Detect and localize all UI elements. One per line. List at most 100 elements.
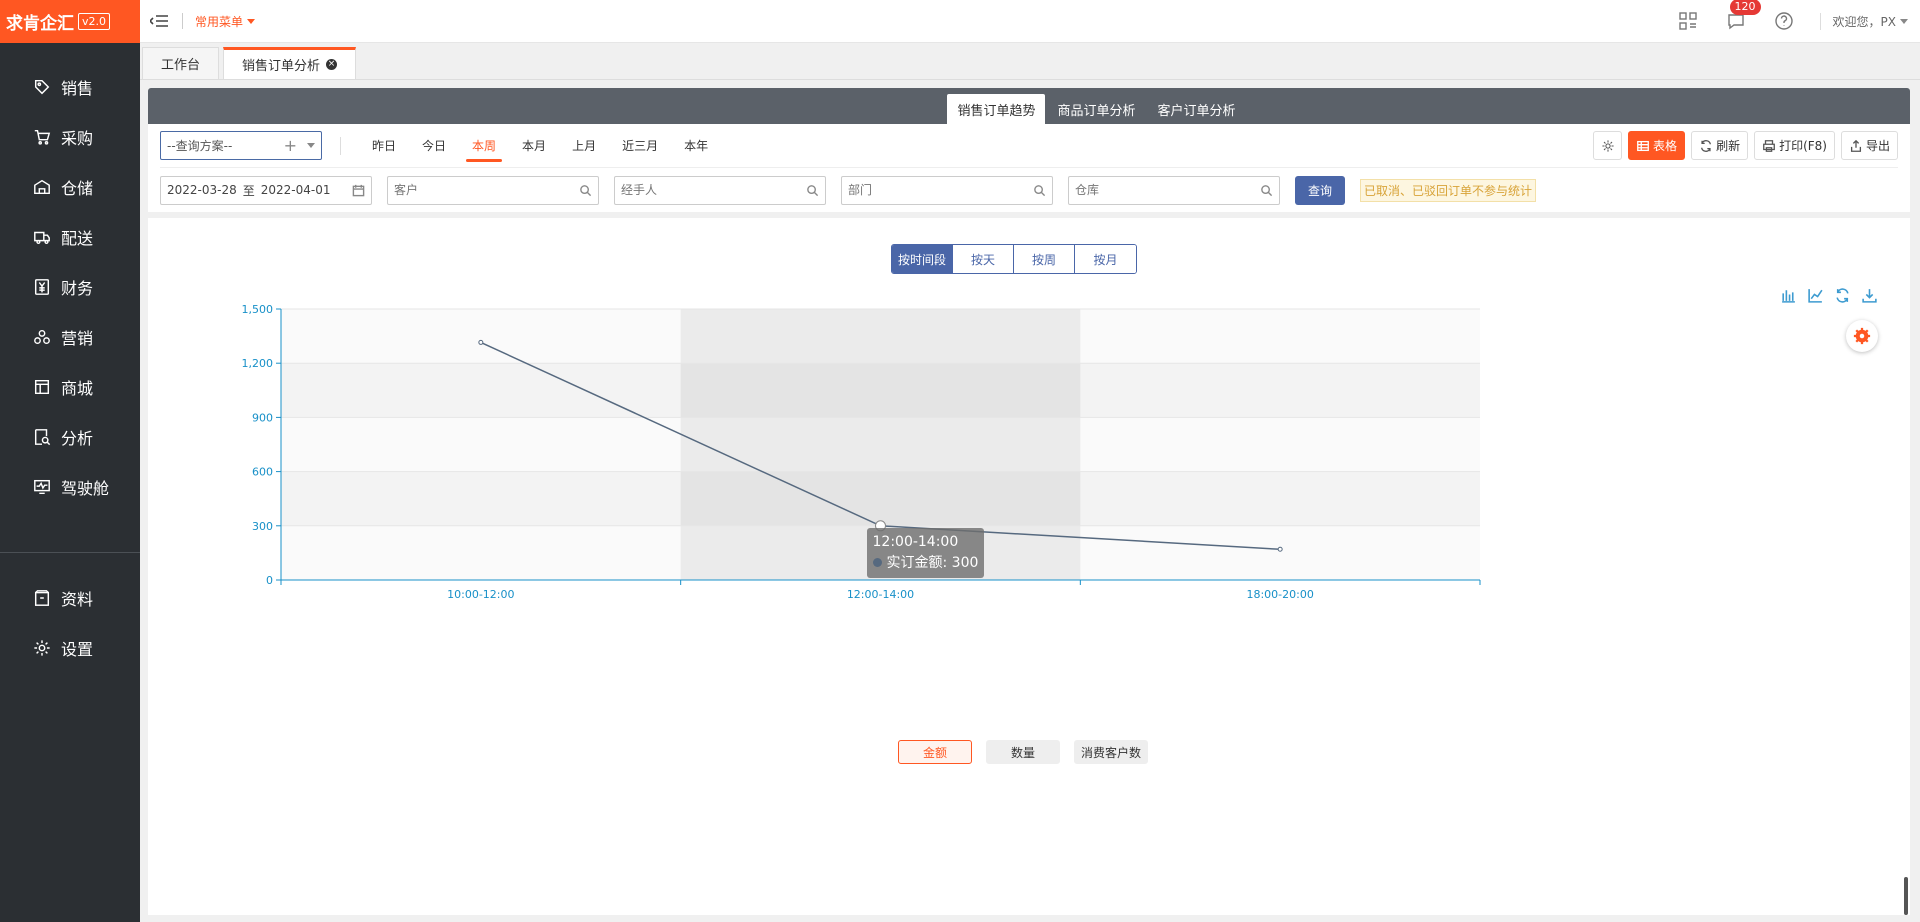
sidebar-item-purchase[interactable]: 采购 <box>0 112 140 162</box>
welcome-text: 欢迎您，PX <box>1832 14 1896 29</box>
metric-quantity[interactable]: 数量 <box>986 740 1060 764</box>
export-label: 导出 <box>1865 139 1890 153</box>
sidebar-item-label: 商城 <box>61 379 94 398</box>
gear-icon <box>1601 139 1614 152</box>
metric-amount[interactable]: 金额 <box>898 740 972 764</box>
granularity-by-month[interactable]: 按月 <box>1075 245 1136 273</box>
messages-button[interactable]: 120 <box>1724 0 1761 33</box>
metric-customer-count[interactable]: 消费客户数 <box>1074 740 1149 764</box>
sidebar-item-cockpit[interactable]: 驾驶舱 <box>0 462 140 512</box>
x-tick-label: 12:00-14:00 <box>847 588 914 601</box>
metric-switch: 金额 数量 消费客户数 <box>898 740 1149 764</box>
sidebar-item-warehouse[interactable]: 仓储 <box>0 162 140 212</box>
sidebar-item-marketing[interactable]: 营销 <box>0 312 140 362</box>
calendar-icon <box>352 184 365 196</box>
table-view-label: 表格 <box>1653 139 1678 153</box>
sidebar-item-label: 驾驶舱 <box>61 479 110 498</box>
common-menu-dropdown[interactable]: 常用菜单 <box>195 13 256 30</box>
data-point <box>1277 546 1283 552</box>
help-button[interactable] <box>1772 9 1796 33</box>
department-input[interactable] <box>848 183 1033 197</box>
print-button[interactable]: 打印(F8) <box>1754 131 1835 160</box>
sidebar-item-label: 采购 <box>61 129 94 148</box>
date-range-separator: 至 <box>242 183 255 198</box>
date-option-today[interactable]: 今日 <box>420 133 448 158</box>
sidebar-item-label: 配送 <box>61 229 94 248</box>
refresh-button[interactable]: 刷新 <box>1691 131 1749 160</box>
sidebar-item-analysis[interactable]: 分析 <box>0 412 140 462</box>
plus-icon[interactable]: + <box>284 136 297 155</box>
column-settings-button[interactable] <box>1593 131 1623 160</box>
table-view-button[interactable]: 表格 <box>1628 131 1686 160</box>
tab-sales-order-analysis[interactable]: 销售订单分析 × <box>223 47 357 79</box>
caret-down-icon[interactable] <box>307 143 315 148</box>
search-icon <box>807 184 819 196</box>
app-logo[interactable]: 求肯企汇 v2.0 <box>0 0 140 43</box>
handler-input[interactable] <box>621 183 806 197</box>
sidebar-item-sales[interactable]: 销售 <box>0 62 140 112</box>
x-tick-label: 18:00-20:00 <box>1246 588 1313 601</box>
date-option-last-month[interactable]: 上月 <box>570 133 598 158</box>
apps-button[interactable] <box>1676 9 1700 33</box>
print-label: 打印(F8) <box>1779 139 1827 153</box>
sidebar: 求肯企汇 v2.0 销售 采购 仓储 配送 财务 营销 商城 分析 驾驶舱 资料… <box>0 0 140 922</box>
tab-label: 工作台 <box>161 58 201 73</box>
date-option-this-year[interactable]: 本年 <box>682 133 710 158</box>
menu-toggle-button[interactable] <box>148 10 170 32</box>
gear-icon <box>32 638 52 658</box>
search-icon <box>1034 184 1046 196</box>
yen-icon <box>32 277 52 297</box>
customer-field[interactable] <box>387 175 599 205</box>
date-option-this-month[interactable]: 本月 <box>520 133 548 158</box>
menu-collapse-icon <box>150 15 168 27</box>
close-icon[interactable]: × <box>326 59 338 70</box>
department-field[interactable] <box>841 175 1053 205</box>
sidebar-item-label: 销售 <box>61 79 94 98</box>
tag-icon <box>32 77 52 97</box>
bar-chart-icon[interactable] <box>1780 287 1797 304</box>
sidebar-item-settings[interactable]: 设置 <box>0 623 140 673</box>
granularity-by-period[interactable]: 按时间段 <box>892 245 953 273</box>
handler-field[interactable] <box>614 175 826 205</box>
top-bar: 常用菜单 120 欢迎您，PX <box>140 0 1920 43</box>
date-end: 2022-04-01 <box>260 183 331 197</box>
caret-down-icon <box>247 18 256 24</box>
scrollbar-thumb[interactable] <box>1904 877 1908 915</box>
subtab-product-analysis[interactable]: 商品订单分析 <box>1047 94 1145 124</box>
gear-icon <box>1853 327 1871 345</box>
sidebar-item-delivery[interactable]: 配送 <box>0 212 140 262</box>
user-menu[interactable]: 欢迎您，PX <box>1819 12 1908 30</box>
cart-icon <box>32 127 52 147</box>
subtab-sales-trend[interactable]: 销售订单趋势 <box>947 94 1046 124</box>
query-button[interactable]: 查询 <box>1295 175 1345 205</box>
granularity-by-day[interactable]: 按天 <box>953 245 1014 273</box>
date-option-yesterday[interactable]: 昨日 <box>370 133 398 158</box>
line-chart-icon[interactable] <box>1807 287 1824 304</box>
export-icon <box>1850 139 1862 152</box>
sidebar-item-archive[interactable]: 资料 <box>0 573 140 623</box>
restore-icon[interactable] <box>1834 287 1851 304</box>
warehouse-field[interactable] <box>1068 175 1280 205</box>
date-option-last-three-months[interactable]: 近三月 <box>620 133 660 158</box>
filter-panel: --查询方案-- + 昨日 今日 本周 本月 上月 近三月 本年 表格 刷新 打… <box>148 124 1910 212</box>
tab-workbench[interactable]: 工作台 <box>142 47 220 79</box>
chart-settings-button[interactable] <box>1846 320 1878 352</box>
download-icon[interactable] <box>1861 287 1878 304</box>
version-badge: v2.0 <box>78 13 111 30</box>
export-button[interactable]: 导出 <box>1840 131 1898 160</box>
date-range-picker[interactable]: 2022-03-28 至 2022-04-01 <box>160 175 372 205</box>
logo-text: 求肯企汇 <box>6 14 74 34</box>
date-option-this-week[interactable]: 本周 <box>466 133 503 162</box>
customer-input[interactable] <box>394 183 579 197</box>
stats-notice: 已取消、已驳回订单不参与统计 <box>1360 178 1537 202</box>
y-tick-label: 300 <box>252 520 273 533</box>
warehouse-input[interactable] <box>1075 183 1260 197</box>
sidebar-item-label: 设置 <box>61 640 94 659</box>
subtab-customer-analysis[interactable]: 客户订单分析 <box>1148 94 1246 124</box>
y-tick-label: 1,500 <box>242 303 274 316</box>
x-tick-label: 10:00-12:00 <box>447 588 514 601</box>
sidebar-item-mall[interactable]: 商城 <box>0 362 140 412</box>
granularity-by-week[interactable]: 按周 <box>1014 245 1075 273</box>
sidebar-item-finance[interactable]: 财务 <box>0 262 140 312</box>
query-scheme-select[interactable]: --查询方案-- + <box>160 131 322 160</box>
